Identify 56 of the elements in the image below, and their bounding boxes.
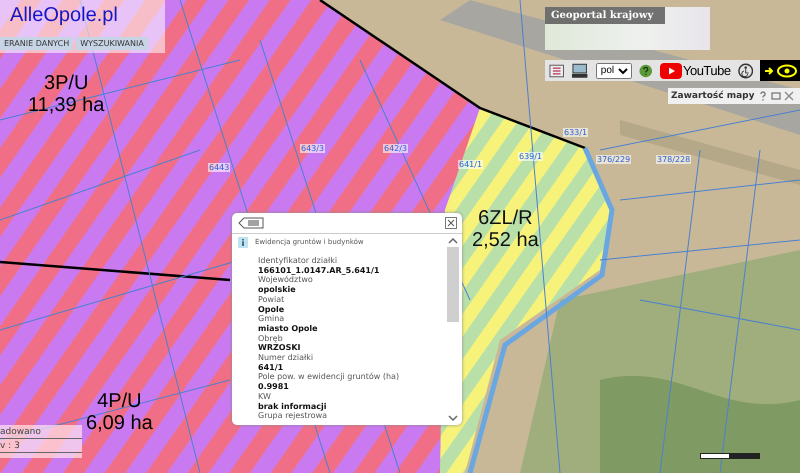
field-label: Gmina bbox=[257, 314, 286, 324]
menu-tab[interactable]: ERANIE DANYCH bbox=[0, 37, 74, 50]
field-value: Opole bbox=[257, 304, 286, 314]
field-label: Grupa rejestrowa bbox=[257, 411, 328, 421]
chevron-down-icon[interactable] bbox=[448, 415, 458, 421]
field-value: 166101_1.0147.AR_5.641/1 bbox=[257, 266, 380, 276]
field-label: Obręb bbox=[257, 334, 284, 344]
status-text: v : 3 bbox=[0, 439, 82, 453]
field-label: Województwo bbox=[257, 275, 314, 286]
menu-tab[interactable]: WYSZUKIWANIA bbox=[76, 37, 148, 50]
field-value: 0.9981 bbox=[257, 382, 290, 392]
youtube-link[interactable]: YouTube bbox=[660, 62, 731, 78]
field-value: miasto Opole bbox=[257, 324, 319, 334]
field-label: KW bbox=[257, 392, 272, 402]
close-icon[interactable] bbox=[445, 217, 457, 229]
map-contents-title: Zawartość mapy bbox=[671, 91, 754, 101]
zone-code-label: 3P/U bbox=[44, 72, 88, 94]
field-value: brak informacji bbox=[257, 402, 328, 412]
contrast-toggle[interactable] bbox=[760, 60, 800, 81]
scrollbar-thumb[interactable] bbox=[447, 247, 459, 322]
scale-bar-icon bbox=[700, 453, 760, 459]
field-value: opolskie bbox=[257, 285, 297, 295]
chevron-up-icon[interactable] bbox=[448, 238, 458, 244]
parcel-number-label: 641/1 bbox=[458, 160, 484, 169]
list-icon[interactable] bbox=[549, 64, 564, 78]
close-icon[interactable] bbox=[784, 91, 794, 101]
field-label: Powiat bbox=[257, 294, 286, 305]
help-icon[interactable] bbox=[639, 64, 653, 78]
parcel-number-label: 643/3 bbox=[300, 144, 326, 153]
overview-map-title: Geoportal krajowy bbox=[545, 7, 665, 24]
computer-icon[interactable] bbox=[571, 62, 589, 78]
eye-icon bbox=[763, 62, 797, 80]
parcel-number-label: 376/229 bbox=[596, 155, 632, 164]
status-text: adowano bbox=[0, 425, 82, 439]
field-label: Numer działki bbox=[257, 353, 314, 363]
parcel-number-label: 6443 bbox=[208, 163, 230, 172]
overview-map[interactable]: Geoportal krajowy bbox=[545, 7, 710, 50]
play-icon bbox=[660, 62, 682, 78]
info-icon bbox=[238, 237, 248, 248]
wheelchair-icon[interactable] bbox=[738, 62, 753, 78]
field-value: 641/1 bbox=[257, 362, 284, 372]
parcel-number-label: 642/3 bbox=[383, 144, 408, 153]
zone-code-label: 6ZL/R bbox=[478, 207, 533, 229]
list-icon[interactable] bbox=[238, 217, 264, 229]
field-value: WRZOSKI bbox=[257, 343, 302, 354]
language-select[interactable]: pol bbox=[596, 62, 632, 78]
zone-code-label: 4P/U bbox=[97, 390, 142, 412]
maximize-icon[interactable] bbox=[770, 91, 780, 101]
parcel-number-label: 378/228 bbox=[656, 155, 692, 164]
field-label: Pole pow. w ewidencji gruntów (ha) bbox=[257, 372, 400, 382]
zone-area-label: 6,09 ha bbox=[86, 412, 153, 434]
parcel-number-label: 633/1 bbox=[563, 128, 588, 137]
zone-area-label: 2,52 ha bbox=[472, 229, 539, 251]
site-logo[interactable]: AlleOpole.pl bbox=[0, 0, 165, 27]
parcel-number-label: 639/1 bbox=[518, 152, 544, 161]
field-label: Identyfikator działki bbox=[257, 256, 338, 266]
